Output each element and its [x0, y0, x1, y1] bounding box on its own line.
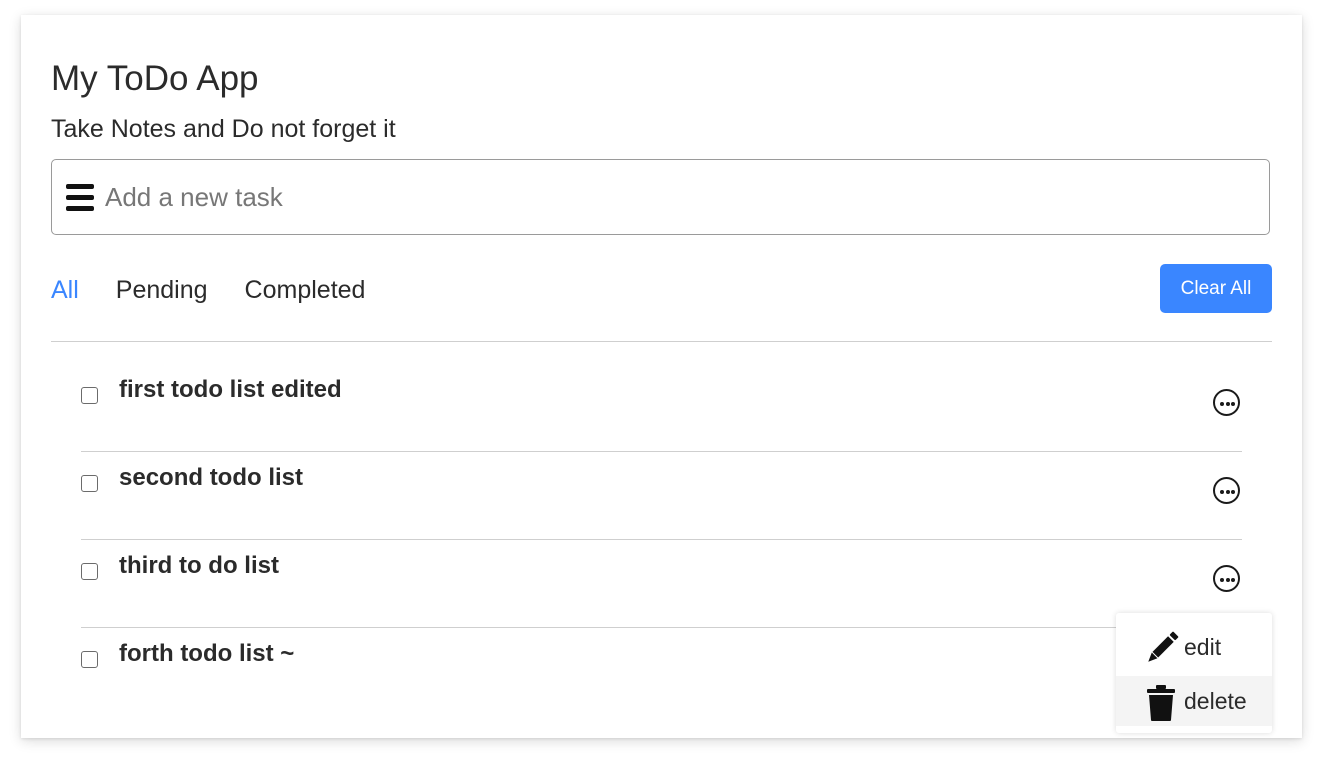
task-text: first todo list edited [119, 376, 342, 403]
filter-pending[interactable]: Pending [116, 273, 208, 307]
filter-completed[interactable]: Completed [245, 273, 366, 307]
task-input[interactable] [105, 170, 1255, 224]
app-title: My ToDo App [51, 59, 259, 98]
menu-icon [66, 183, 94, 213]
app-subtitle: Take Notes and Do not forget it [51, 115, 396, 143]
filter-all[interactable]: All [51, 273, 79, 307]
divider [51, 341, 1272, 342]
task-text: second todo list [119, 464, 304, 491]
task-options-menu: edit delete [1116, 613, 1272, 733]
trash-icon [1147, 685, 1175, 721]
edit-label: edit [1184, 634, 1222, 660]
task-item: second todo list [81, 452, 1242, 540]
edit-menu-item[interactable]: edit [1116, 622, 1272, 672]
more-options-icon[interactable] [1213, 389, 1240, 416]
task-item: forth todo list ~ [81, 628, 1242, 715]
task-checkbox[interactable] [81, 387, 98, 404]
task-item: third to do list [81, 540, 1242, 628]
more-options-icon[interactable] [1213, 565, 1240, 592]
task-checkbox[interactable] [81, 651, 98, 668]
task-list: first todo list edited second todo list … [81, 364, 1242, 715]
filter-tabs: All Pending Completed [51, 273, 365, 307]
delete-menu-item[interactable]: delete [1116, 676, 1272, 726]
todo-card: My ToDo App Take Notes and Do not forget… [21, 15, 1302, 738]
task-text: forth todo list ~ [119, 640, 295, 667]
task-checkbox[interactable] [81, 563, 98, 580]
delete-label: delete [1184, 688, 1247, 714]
task-item: first todo list edited [81, 364, 1242, 452]
task-input-box [51, 159, 1270, 235]
pencil-icon [1148, 631, 1179, 662]
task-checkbox[interactable] [81, 475, 98, 492]
task-text: third to do list [119, 552, 279, 579]
clear-all-button[interactable]: Clear All [1160, 264, 1272, 313]
more-options-icon[interactable] [1213, 477, 1240, 504]
